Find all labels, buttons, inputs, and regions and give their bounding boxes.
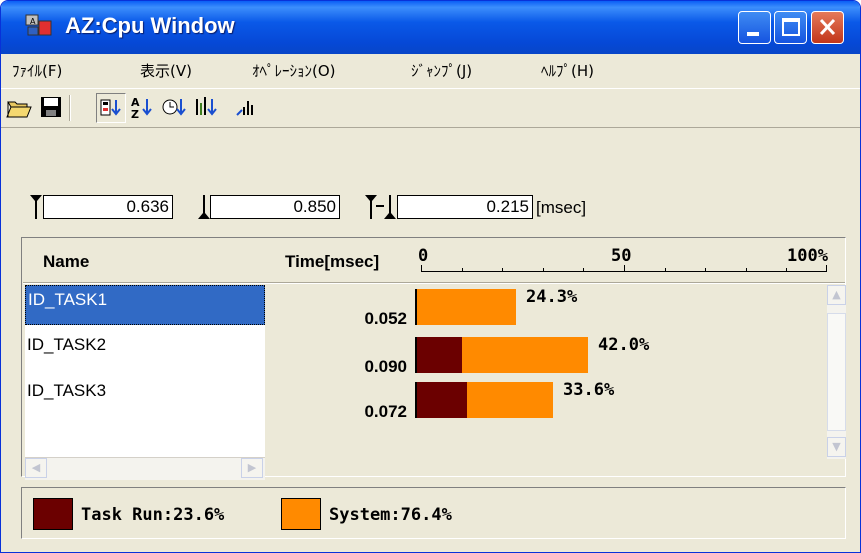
chevron-left-icon: ◀ xyxy=(31,461,41,474)
delta-cursor-field[interactable]: 0.215 xyxy=(397,195,533,219)
scroll-left-button[interactable]: ◀ xyxy=(25,458,47,478)
system-bar xyxy=(417,289,516,325)
scale-tick xyxy=(462,268,463,271)
start-cursor-icon xyxy=(30,195,42,219)
maximize-button[interactable] xyxy=(774,11,807,44)
task-list-item[interactable]: ID_TASK2 xyxy=(25,331,265,371)
task-run-bar xyxy=(417,382,467,418)
sort-by-bar-icon xyxy=(196,97,217,116)
system-bar xyxy=(467,382,553,418)
scale-label-0: 0 xyxy=(418,246,429,266)
legend-label-task-run: Task Run:23.6% xyxy=(81,505,225,525)
open-button[interactable] xyxy=(5,93,35,123)
scale-tick xyxy=(786,268,787,271)
task-list[interactable]: ID_TASK1 ID_TASK2 ID_TASK3 xyxy=(25,285,265,457)
svg-text:Z: Z xyxy=(131,108,139,121)
column-header-name[interactable]: Name xyxy=(43,252,89,272)
bar-chart-icon xyxy=(236,101,253,116)
maximize-icon xyxy=(782,18,800,36)
system-bar xyxy=(462,337,588,373)
close-button[interactable] xyxy=(811,11,844,44)
menu-view[interactable]: 表示(V) xyxy=(140,60,192,81)
header-divider xyxy=(23,282,845,284)
close-icon xyxy=(819,18,836,36)
menu-bar: ﾌｧｲﾙ(F) 表示(V) ｵﾍﾟﾚｰｼｮﾝ(O) ｼﾞｬﾝﾌﾟ(J) ﾍﾙﾌﾟ… xyxy=(1,54,860,89)
end-cursor-icon xyxy=(198,195,210,219)
time-value: 0.052 xyxy=(364,309,407,328)
sort-by-name-icon: A Z xyxy=(131,96,152,121)
scale-label-50: 50 xyxy=(611,246,632,266)
menu-file[interactable]: ﾌｧｲﾙ(F) xyxy=(12,60,62,81)
scale-tick xyxy=(705,268,706,271)
task-list-item[interactable]: ID_TASK3 xyxy=(25,377,265,417)
scroll-down-button[interactable]: ▼ xyxy=(827,437,846,457)
legend-swatch-system xyxy=(281,498,321,530)
sort-by-time-icon xyxy=(162,99,186,116)
scale-tick xyxy=(746,268,747,271)
scale-label-100: 100% xyxy=(787,246,828,266)
minimize-icon xyxy=(747,32,759,36)
save-disk-icon xyxy=(41,97,61,117)
delta-cursor-icon xyxy=(365,195,396,219)
legend-label-system: System:76.4% xyxy=(329,505,452,525)
horizontal-scrollbar[interactable]: ◀ ▶ xyxy=(25,457,265,480)
menu-help[interactable]: ﾍﾙﾌﾟ(H) xyxy=(541,60,594,81)
task-list-item[interactable]: ID_TASK1 xyxy=(25,285,265,325)
toolbar-separator xyxy=(69,95,71,121)
task-run-bar xyxy=(417,337,462,373)
chevron-right-icon: ▶ xyxy=(247,461,257,474)
cpu-window: A AZ:Cpu Window ﾌｧｲﾙ(F) 表示(V) ｵﾍﾟﾚｰｼｮﾝ(O… xyxy=(0,0,861,553)
svg-text:A: A xyxy=(30,17,36,26)
percent-label: 42.0% xyxy=(598,335,650,355)
save-button[interactable] xyxy=(37,93,67,123)
column-header-time[interactable]: Time[msec] xyxy=(285,252,379,272)
sort-by-name-button[interactable]: A Z xyxy=(128,93,158,123)
sort-by-id-button[interactable] xyxy=(96,93,126,123)
percent-label: 33.6% xyxy=(563,380,615,400)
sort-by-bar-button[interactable] xyxy=(192,93,222,123)
scroll-thumb[interactable] xyxy=(827,313,846,431)
scale-tick xyxy=(502,268,503,271)
sort-by-time-button[interactable] xyxy=(160,93,190,123)
scale-tick xyxy=(665,268,666,271)
percent-scale-axis xyxy=(421,271,827,272)
scroll-right-button[interactable]: ▶ xyxy=(241,458,263,478)
sort-by-id-icon xyxy=(100,99,121,116)
time-value: 0.090 xyxy=(364,357,407,376)
menu-operation[interactable]: ｵﾍﾟﾚｰｼｮﾝ(O) xyxy=(252,60,336,81)
scale-tick xyxy=(543,268,544,271)
end-cursor-field[interactable]: 0.850 xyxy=(210,195,340,219)
percent-label: 24.3% xyxy=(526,287,578,307)
minimize-button[interactable] xyxy=(738,11,771,44)
toolbar: A Z xyxy=(1,89,860,128)
menu-jump[interactable]: ｼﾞｬﾝﾌﾟ(J) xyxy=(411,60,472,81)
cursor-unit-label: [msec] xyxy=(536,198,587,217)
chevron-up-icon: ▲ xyxy=(832,288,841,301)
start-cursor-field[interactable]: 0.636 xyxy=(43,195,173,219)
scroll-up-button[interactable]: ▲ xyxy=(827,285,846,305)
time-value: 0.072 xyxy=(364,402,407,421)
scale-tick xyxy=(421,265,422,271)
scale-tick xyxy=(583,268,584,271)
graph-button[interactable] xyxy=(233,93,263,123)
legend-swatch-task-run xyxy=(33,498,73,530)
window-title: AZ:Cpu Window xyxy=(65,13,235,38)
chevron-down-icon: ▼ xyxy=(832,440,841,453)
title-bar[interactable]: A AZ:Cpu Window xyxy=(1,1,860,54)
app-icon: A xyxy=(25,14,52,36)
scale-tick xyxy=(826,265,827,271)
scale-tick xyxy=(624,265,625,271)
vertical-scrollbar[interactable]: ▲ ▼ xyxy=(827,285,846,459)
open-folder-icon xyxy=(6,101,32,118)
